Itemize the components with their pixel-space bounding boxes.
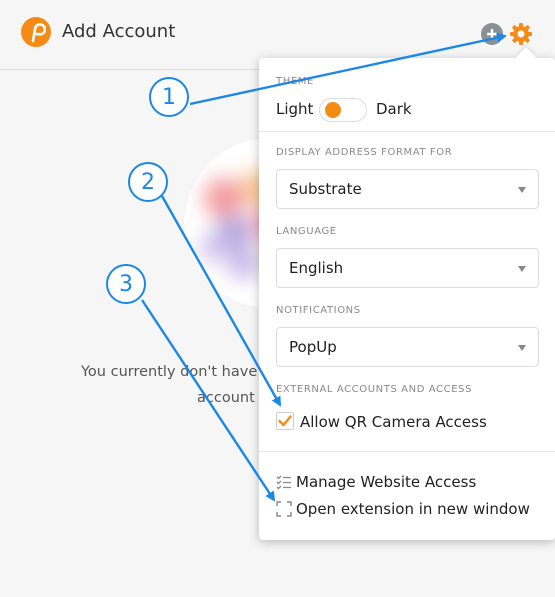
- qr-camera-checkbox[interactable]: [276, 412, 294, 430]
- add-account-button[interactable]: [481, 23, 503, 45]
- manage-website-access-label: Manage Website Access: [296, 473, 477, 491]
- open-new-window-item[interactable]: Open extension in new window: [276, 499, 530, 519]
- theme-toggle-knob: [325, 102, 341, 118]
- callout-2: 2: [128, 162, 168, 202]
- list-check-icon: [276, 475, 291, 490]
- external-accounts-section-label: EXTERNAL ACCOUNTS AND ACCESS: [276, 384, 473, 395]
- notifications-value: PopUp: [289, 338, 337, 356]
- address-format-value: Substrate: [289, 180, 362, 198]
- callout-1: 1: [149, 77, 189, 117]
- open-new-window-label: Open extension in new window: [296, 500, 530, 518]
- settings-button[interactable]: [508, 21, 534, 47]
- divider: [259, 131, 555, 132]
- settings-menu: THEME Light Dark DISPLAY ADDRESS FORMAT …: [259, 58, 555, 540]
- gear-icon: [510, 23, 532, 45]
- notifications-section-label: NOTIFICATIONS: [276, 305, 361, 316]
- chevron-down-icon: [518, 345, 526, 351]
- add-circle-icon: [487, 29, 497, 39]
- theme-toggle[interactable]: [319, 98, 367, 122]
- theme-light-label: Light: [276, 100, 314, 118]
- manage-website-access-item[interactable]: Manage Website Access: [276, 472, 476, 492]
- checkmark-icon: [278, 415, 292, 427]
- theme-dark-label: Dark: [376, 100, 412, 118]
- notifications-select[interactable]: PopUp: [276, 327, 539, 367]
- chevron-down-icon: [518, 266, 526, 272]
- empty-state-text: You currently don't have: [81, 364, 258, 380]
- callout-3: 3: [106, 264, 146, 304]
- theme-section-label: THEME: [276, 76, 314, 87]
- chevron-down-icon: [518, 187, 526, 193]
- polkadot-logo-icon: [21, 17, 51, 47]
- language-value: English: [289, 259, 344, 277]
- divider: [259, 451, 555, 452]
- empty-state-text-2: account t: [197, 390, 266, 406]
- qr-camera-label: Allow QR Camera Access: [300, 413, 487, 431]
- address-format-select[interactable]: Substrate: [276, 169, 539, 209]
- expand-window-icon: [276, 501, 292, 517]
- language-select[interactable]: English: [276, 248, 539, 288]
- language-section-label: LANGUAGE: [276, 226, 337, 237]
- address-format-section-label: DISPLAY ADDRESS FORMAT FOR: [276, 147, 453, 158]
- page-title: Add Account: [62, 21, 176, 42]
